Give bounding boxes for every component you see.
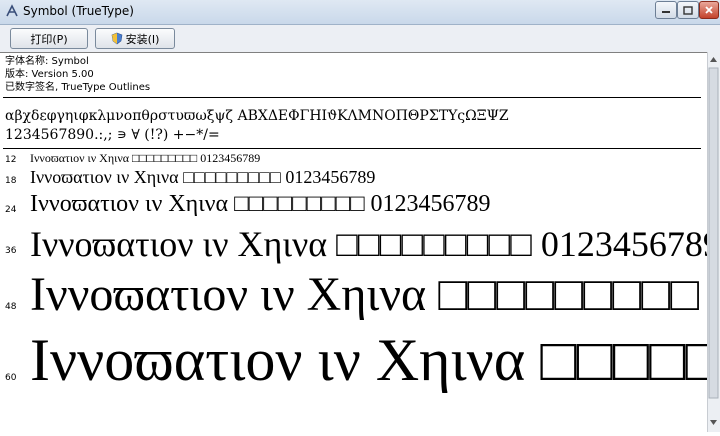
toolbar: 打印(P) 安装(I) bbox=[0, 25, 720, 52]
shield-icon bbox=[111, 32, 122, 45]
sample-text-24: Ιννοϖατιον ιν Χηινα □□□□□□□□□ 0123456789 bbox=[30, 191, 491, 217]
divider bbox=[3, 148, 701, 149]
sample-text-60: Ιννοϖατιον ιν Χηινα □□□□□□□□□ 0123456789 bbox=[30, 327, 707, 393]
font-preview-area: 字体名称: Symbol 版本: Version 5.00 已数字签名, Tru… bbox=[0, 52, 707, 433]
maximize-icon bbox=[683, 5, 693, 15]
font-viewer-icon bbox=[6, 4, 18, 17]
window-title: Symbol (TrueType) bbox=[23, 4, 134, 18]
sample-text-48: Ιννοϖατιον ιν Χηινα □□□□□□□□□ 0123456789 bbox=[30, 268, 707, 321]
sample-text-12: Ιννοϖατιον ιν Χηινα □□□□□□□□□ 0123456789 bbox=[30, 151, 261, 165]
size-label-12: 12 bbox=[5, 155, 17, 165]
minimize-button[interactable] bbox=[655, 1, 677, 19]
charset-line-1: αβχδεφγηιφκλμνοπθρστυϖωξψζ ΑΒΧΔΕΦΓΗΙϑΚΛΜ… bbox=[5, 108, 509, 124]
install-button[interactable]: 安装(I) bbox=[95, 28, 175, 49]
maximize-button[interactable] bbox=[677, 1, 699, 19]
font-name: 字体名称: Symbol bbox=[5, 56, 89, 67]
close-icon bbox=[705, 6, 713, 14]
sample-text-18: Ιννοϖατιον ιν Χηινα □□□□□□□□□ 0123456789 bbox=[30, 167, 376, 187]
size-label-36: 36 bbox=[5, 246, 17, 256]
size-label-24: 24 bbox=[5, 205, 17, 215]
minimize-icon bbox=[662, 11, 670, 13]
print-button[interactable]: 打印(P) bbox=[10, 28, 88, 49]
sample-text-36: Ιννοϖατιον ιν Χηινα □□□□□□□□□ 0123456789 bbox=[30, 224, 707, 264]
install-button-label: 安装(I) bbox=[125, 32, 160, 46]
scroll-arrows-icon bbox=[708, 57, 719, 425]
size-label-60: 60 bbox=[5, 373, 17, 383]
font-version: 版本: Version 5.00 bbox=[5, 69, 94, 80]
close-button[interactable] bbox=[699, 1, 719, 19]
size-label-48: 48 bbox=[5, 302, 17, 312]
charset-line-2: 1234567890.:,; ∍ ∀ (!?) +−*/= bbox=[5, 127, 220, 143]
print-button-label: 打印(P) bbox=[30, 32, 68, 46]
font-signature: 已数字签名, TrueType Outlines bbox=[5, 82, 151, 93]
title-bar: Symbol (TrueType) bbox=[0, 0, 720, 25]
divider bbox=[3, 97, 701, 98]
size-label-18: 18 bbox=[5, 176, 17, 186]
vertical-scrollbar[interactable] bbox=[707, 52, 720, 432]
